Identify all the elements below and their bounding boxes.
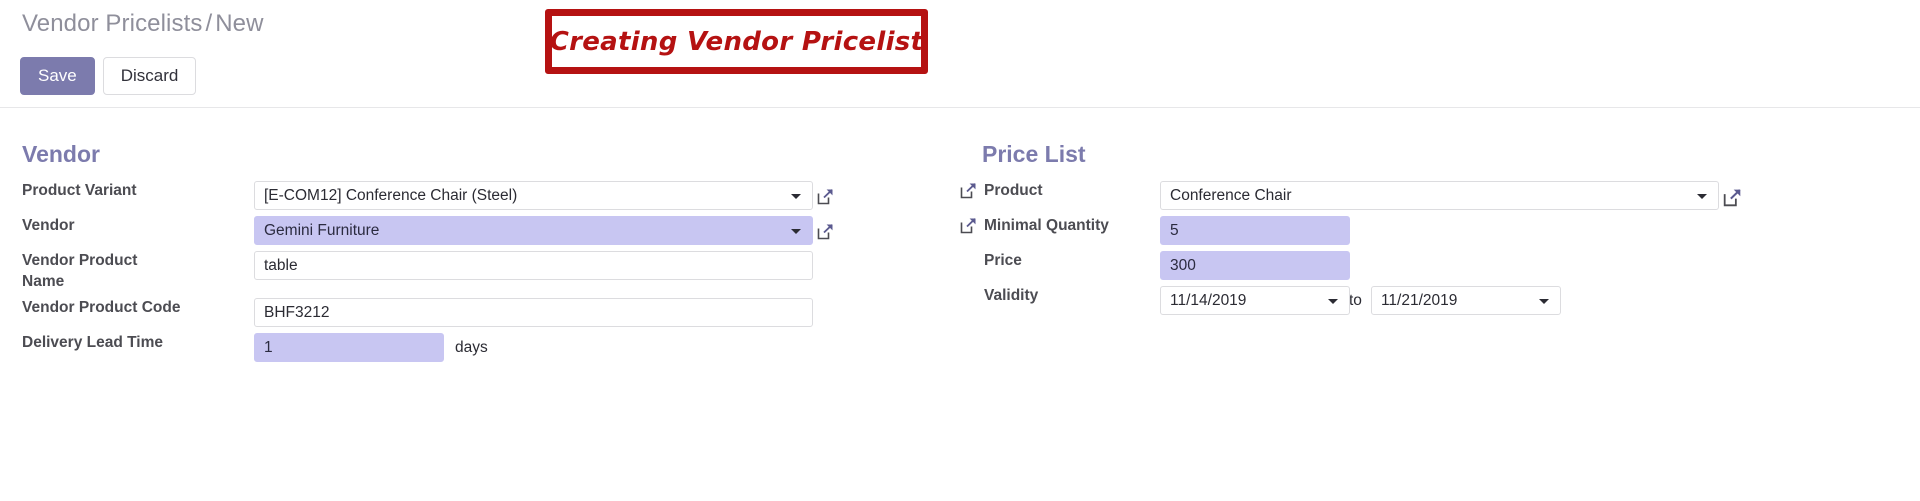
- price-list-group: Price List Product Conference Chair Mini…: [960, 141, 1898, 368]
- product-input[interactable]: Conference Chair: [1160, 181, 1719, 211]
- annotation-banner: Creating Vendor Pricelist: [545, 9, 928, 74]
- field-row-vendor-product-code: Vendor Product Code BHF3212: [22, 298, 930, 333]
- validity-end-caret-holder: [1538, 286, 1551, 315]
- field-vendor-product-code: BHF3212: [254, 298, 930, 333]
- vendor-input[interactable]: Gemini Furniture: [254, 216, 813, 246]
- label-validity: Validity: [960, 286, 1160, 321]
- delivery-lead-time-input[interactable]: 1: [254, 333, 444, 363]
- field-validity: 11/14/2019 to 11/21/2019: [1160, 286, 1868, 321]
- control-panel: Vendor Pricelists / New Save Discard Creat…: [0, 0, 1920, 108]
- field-row-vendor: Vendor Gemini Furniture: [22, 216, 930, 251]
- form-groups: Vendor Product Variant [E-COM12] Confere…: [0, 108, 1920, 368]
- discard-button[interactable]: Discard: [102, 57, 197, 95]
- vendor-group: Vendor Product Variant [E-COM12] Confere…: [22, 141, 960, 368]
- label-product: Product: [960, 181, 1160, 216]
- vendor-product-name-input[interactable]: table: [254, 251, 813, 281]
- label-vendor-product-code: Vendor Product Code: [22, 298, 254, 333]
- validity-end-date-input[interactable]: 11/21/2019: [1370, 286, 1561, 316]
- label-product-variant-text: Product Variant: [22, 182, 137, 200]
- field-row-product: Product Conference Chair: [960, 181, 1868, 216]
- action-buttons: Save Discard: [20, 57, 197, 95]
- field-row-vendor-product-name: Vendor Product Name table: [22, 251, 930, 298]
- chevron-down-icon[interactable]: [1538, 298, 1549, 304]
- field-row-validity: Validity 11/14/2019 to 11/21/2019: [960, 286, 1868, 321]
- field-vendor-product-name: table: [254, 251, 930, 298]
- external-link-icon-product-variant[interactable]: [817, 188, 834, 205]
- label-validity-text: Validity: [984, 287, 1039, 305]
- label-minimal-quantity: Minimal Quantity: [960, 216, 1160, 251]
- external-link-icon-minimal-quantity[interactable]: [960, 217, 977, 234]
- price-input[interactable]: 300: [1160, 251, 1350, 281]
- external-link-icon-product[interactable]: [960, 182, 977, 199]
- label-price: Price: [960, 251, 1160, 286]
- field-row-minimal-quantity: Minimal Quantity 5: [960, 216, 1868, 251]
- label-vendor-text: Vendor: [22, 217, 75, 235]
- field-product: Conference Chair: [1160, 181, 1868, 216]
- chevron-down-icon[interactable]: [1697, 193, 1707, 199]
- chevron-down-icon[interactable]: [1328, 298, 1338, 304]
- label-minimal-quantity-text: Minimal Quantity: [984, 217, 1109, 235]
- field-vendor: Gemini Furniture: [254, 216, 930, 251]
- price-list-group-title: Price List: [982, 141, 1086, 167]
- breadcrumb-item-vendor-pricelists[interactable]: Vendor Pricelists: [22, 10, 202, 37]
- field-price: 300: [1160, 251, 1868, 286]
- label-price-text: Price: [984, 252, 1022, 270]
- label-product-text: Product: [984, 182, 1043, 200]
- field-row-delivery-lead-time: Delivery Lead Time 1 days: [22, 333, 930, 368]
- save-button[interactable]: Save: [20, 57, 95, 95]
- form-sheet: Vendor Product Variant [E-COM12] Confere…: [0, 108, 1920, 501]
- annotation-banner-text: Creating Vendor Pricelist: [549, 26, 924, 57]
- label-vendor: Vendor: [22, 216, 254, 251]
- breadcrumb-item-new: New: [215, 10, 264, 37]
- field-row-price: Price 300: [960, 251, 1868, 286]
- validity-start-caret-holder: [1328, 286, 1340, 315]
- vendor-caret-holder: [791, 216, 803, 245]
- label-delivery-lead-time-text: Delivery Lead Time: [22, 334, 164, 352]
- external-link-icon-product-open[interactable]: [1723, 188, 1741, 207]
- vendor-product-code-input[interactable]: BHF3212: [254, 298, 813, 328]
- field-delivery-lead-time: 1 days: [254, 333, 930, 368]
- vendor-group-title: Vendor: [22, 141, 100, 167]
- label-vendor-product-name: Vendor Product Name: [22, 251, 254, 298]
- minimal-quantity-input[interactable]: 5: [1160, 216, 1350, 246]
- label-vendor-product-code-text: Vendor Product Code: [22, 299, 181, 317]
- label-vendor-product-name-text: Vendor Product Name: [22, 252, 138, 290]
- breadcrumb-separator: /: [205, 10, 213, 37]
- chevron-down-icon[interactable]: [791, 193, 801, 199]
- field-row-product-variant: Product Variant [E-COM12] Conference Cha…: [22, 181, 930, 216]
- label-product-variant: Product Variant: [22, 181, 254, 216]
- breadcrumb: Vendor Pricelists / New: [22, 10, 264, 38]
- field-minimal-quantity: 5: [1160, 216, 1868, 251]
- product-variant-caret-holder: [791, 181, 803, 210]
- vendor-fields-table: Product Variant [E-COM12] Conference Cha…: [22, 181, 930, 368]
- field-product-variant: [E-COM12] Conference Chair (Steel): [254, 181, 930, 216]
- label-delivery-lead-time: Delivery Lead Time: [22, 333, 254, 368]
- product-variant-input[interactable]: [E-COM12] Conference Chair (Steel): [254, 181, 813, 211]
- price-list-fields-table: Product Conference Chair Minimal Quantit…: [960, 181, 1868, 321]
- external-link-icon-vendor[interactable]: [817, 223, 834, 240]
- chevron-down-icon[interactable]: [791, 228, 801, 234]
- validity-separator: to: [1349, 291, 1362, 309]
- product-caret-holder: [1697, 181, 1709, 210]
- delivery-lead-time-unit: days: [455, 338, 488, 356]
- validity-start-date-input[interactable]: 11/14/2019: [1160, 286, 1350, 316]
